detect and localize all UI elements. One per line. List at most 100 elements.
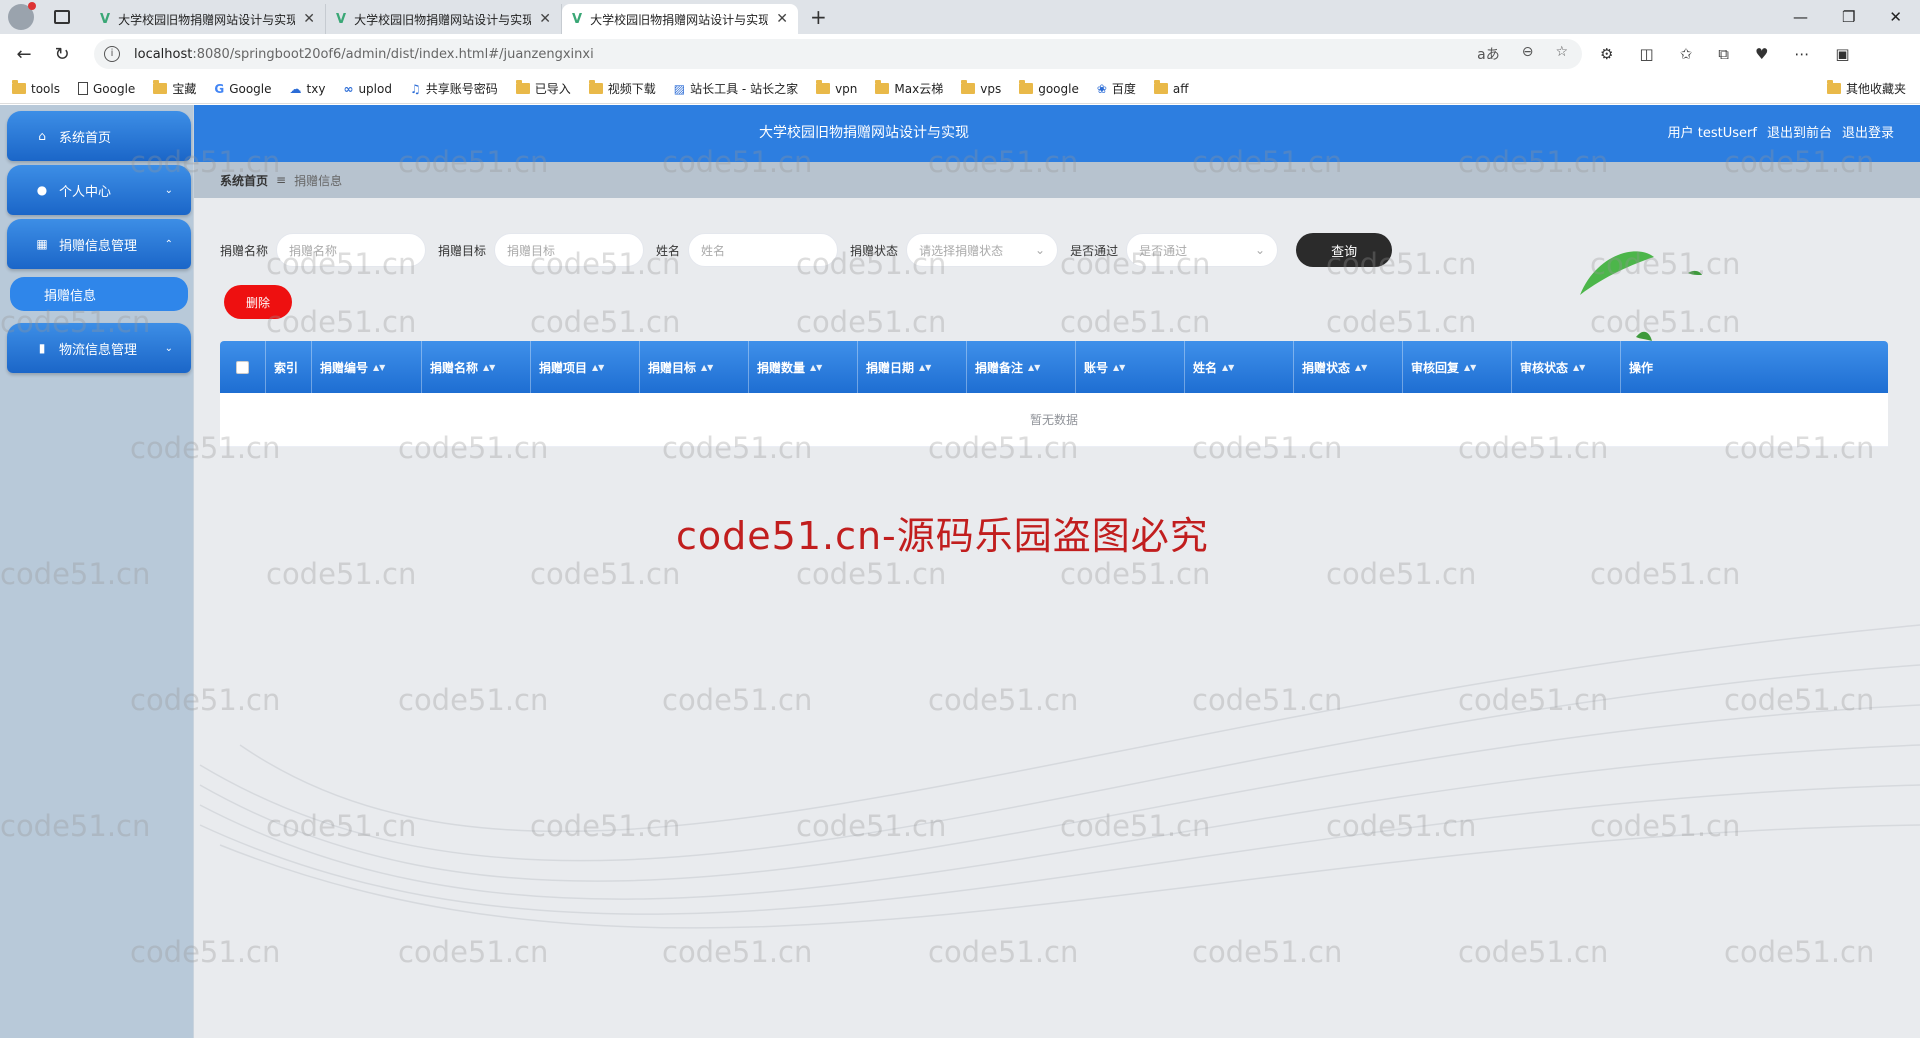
bookmark-tools[interactable]: tools <box>12 80 60 96</box>
sort-icon: ▲▼ <box>373 362 386 372</box>
bookmark-google[interactable]: Google <box>77 82 135 96</box>
sidebar-toggle-icon[interactable]: ▣ <box>1835 45 1849 63</box>
column-header[interactable]: 捐赠备注 ▲▼ <box>967 341 1076 393</box>
bookmark-txy[interactable]: ☁ txy <box>290 82 326 96</box>
sidebar-item-home[interactable]: ⌂ 系统首页 <box>7 111 191 161</box>
chevron-down-icon: ⌄ <box>164 184 173 196</box>
search-label: 捐赠目标 <box>438 243 487 258</box>
sidebar-item-personal[interactable]: ● 个人中心 ⌄ <box>7 165 191 215</box>
minimize-icon[interactable]: — <box>1793 8 1808 26</box>
column-header[interactable]: 捐赠项目 ▲▼ <box>531 341 640 393</box>
url-text: localhost:8080/springboot20of6/admin/dis… <box>134 46 594 62</box>
back-icon[interactable]: ← <box>10 44 38 65</box>
column-header[interactable]: 捐赠目标 ▲▼ <box>640 341 749 393</box>
sort-icon: ▲▼ <box>483 362 496 372</box>
extensions-icon[interactable]: ⚙ <box>1600 45 1613 63</box>
vue-icon: V <box>336 11 347 27</box>
bookmark-google-2[interactable]: G Google <box>214 82 271 96</box>
column-header[interactable]: 捐赠状态 ▲▼ <box>1294 341 1403 393</box>
approved-select[interactable]: 是否通过 ⌄ <box>1126 233 1279 267</box>
folder-icon <box>1019 80 1034 94</box>
bookmark-vpn[interactable]: vpn <box>816 80 857 96</box>
address-bar: ← ↻ i localhost:8080/springboot20of6/adm… <box>0 34 1920 74</box>
vue-icon: V <box>572 11 583 27</box>
bookmark-shared-accounts[interactable]: ♫ 共享账号密码 <box>410 80 498 97</box>
chevron-down-icon: ⌄ <box>1035 243 1046 257</box>
cloud-icon: ☁ <box>289 81 302 96</box>
zoom-out-icon[interactable]: ⊖ <box>1522 44 1534 64</box>
logout-link[interactable]: 退出登录 <box>1842 105 1894 162</box>
watermark-banner: code51.cn-源码乐园盗图必究 <box>676 514 1209 558</box>
bookmark-max[interactable]: Max云梯 <box>875 80 943 97</box>
donation-target-input[interactable]: 捐赠目标 <box>494 233 645 267</box>
workspaces-icon[interactable] <box>54 10 70 24</box>
profile-icon[interactable] <box>8 2 36 30</box>
column-header: 操作 <box>1629 360 1654 375</box>
trash-icon: ▮ <box>38 341 46 355</box>
vue-icon: V <box>100 11 111 27</box>
bookmark-google-folder[interactable]: google <box>1019 80 1079 96</box>
system-title: 大学校园旧物捐赠网站设计与实现 <box>759 125 969 141</box>
favorites-icon[interactable]: ✩ <box>1680 45 1693 63</box>
browser-tab[interactable]: V 大学校园旧物捐赠网站设计与实现 ✕ <box>326 4 562 34</box>
collections-icon[interactable]: ⧉ <box>1718 45 1729 63</box>
tab-title: 大学校园旧物捐赠网站设计与实现 <box>354 12 532 27</box>
close-icon[interactable]: ✕ <box>303 11 315 27</box>
close-icon[interactable]: ✕ <box>776 11 788 27</box>
delete-button[interactable]: 删除 <box>224 285 292 319</box>
bookmark-aff[interactable]: aff <box>1153 80 1189 96</box>
more-icon[interactable]: ⋯ <box>1794 45 1809 63</box>
bookmark-baidu[interactable]: ❀ 百度 <box>1097 80 1136 97</box>
bookmark-uplod[interactable]: ∞ uplod <box>343 82 392 96</box>
info-icon[interactable]: i <box>104 46 120 62</box>
sidebar-item-donation-mgmt[interactable]: ▦ 捐赠信息管理 ⌃ <box>7 219 191 269</box>
browser-essentials-icon[interactable]: ♥ <box>1755 45 1768 63</box>
bookmark-webmaster-tools[interactable]: ▨ 站长工具 - 站长之家 <box>674 80 798 97</box>
new-tab-icon[interactable]: + <box>810 5 827 29</box>
bookmark-video-download[interactable]: 视频下载 <box>588 80 656 97</box>
sidebar-item-logistics-mgmt[interactable]: ▮ 物流信息管理 ⌄ <box>7 323 191 373</box>
column-header[interactable]: 姓名 ▲▼ <box>1185 341 1294 393</box>
tab-title: 大学校园旧物捐赠网站设计与实现 <box>590 12 769 27</box>
column-header[interactable]: 捐赠日期 ▲▼ <box>858 341 967 393</box>
select-all-checkbox[interactable] <box>220 341 266 393</box>
url-field[interactable]: i localhost:8080/springboot20of6/admin/d… <box>94 39 1582 69</box>
home-icon: ⌂ <box>38 129 46 143</box>
back-to-front-link[interactable]: 退出到前台 <box>1767 105 1832 162</box>
column-header[interactable]: 账号 ▲▼ <box>1076 341 1185 393</box>
folder-icon <box>12 80 26 94</box>
close-icon[interactable]: ✕ <box>539 11 551 27</box>
bookmark-baozang[interactable]: 宝藏 <box>153 80 196 97</box>
browser-tab[interactable]: V 大学校园旧物捐赠网站设计与实现 ✕ <box>90 4 326 34</box>
sidebar-subitem-donation-info[interactable]: 捐赠信息 <box>10 277 188 311</box>
chevron-down-icon: ⌄ <box>1255 243 1266 257</box>
sort-icon: ▲▼ <box>1464 362 1477 372</box>
donation-status-select[interactable]: 请选择捐赠状态 ⌄ <box>906 233 1059 267</box>
favorite-star-icon[interactable]: ☆ <box>1555 44 1568 64</box>
folder-icon <box>816 80 831 94</box>
refresh-icon[interactable]: ↻ <box>48 44 76 65</box>
query-button[interactable]: 查询 <box>1296 233 1393 267</box>
split-screen-icon[interactable]: ◫ <box>1639 45 1653 63</box>
user-info: 用户 testUserf <box>1667 126 1757 141</box>
column-header[interactable]: 捐赠数量 ▲▼ <box>749 341 858 393</box>
bookmark-vps[interactable]: vps <box>961 80 1001 96</box>
column-header[interactable]: 审核回复 ▲▼ <box>1403 341 1512 393</box>
close-window-icon[interactable]: ✕ <box>1889 8 1902 26</box>
column-header[interactable]: 捐赠编号 ▲▼ <box>312 341 422 393</box>
browser-tab-active[interactable]: V 大学校园旧物捐赠网站设计与实现 ✕ <box>562 4 798 34</box>
donation-table: 索引 捐赠编号 ▲▼ 捐赠名称 ▲▼ 捐赠项目 ▲▼ 捐赠目标 ▲▼ 捐赠数量 ▲▼ 捐赠… <box>220 341 1888 447</box>
read-aloud-icon[interactable]: aあ <box>1477 44 1500 64</box>
column-header[interactable]: 捐赠名称 ▲▼ <box>422 341 531 393</box>
bookmark-imported[interactable]: 已导入 <box>515 80 571 97</box>
column-header: 索引 <box>266 341 312 393</box>
sidebar-item-label: 系统首页 <box>59 130 112 146</box>
name-input[interactable]: 姓名 <box>688 233 839 267</box>
column-header[interactable]: 审核状态 ▲▼ <box>1512 341 1621 393</box>
top-navbar: 大学校园旧物捐赠网站设计与实现 用户 testUserf 退出到前台 退出登录 <box>194 105 1920 162</box>
restore-icon[interactable]: ❐ <box>1842 8 1855 26</box>
bookmark-other-favorites[interactable]: 其他收藏夹 <box>1826 80 1906 97</box>
donation-name-input[interactable]: 捐赠名称 <box>276 233 427 267</box>
search-label: 捐赠名称 <box>220 243 269 258</box>
breadcrumb-home[interactable]: 系统首页 <box>220 172 268 189</box>
